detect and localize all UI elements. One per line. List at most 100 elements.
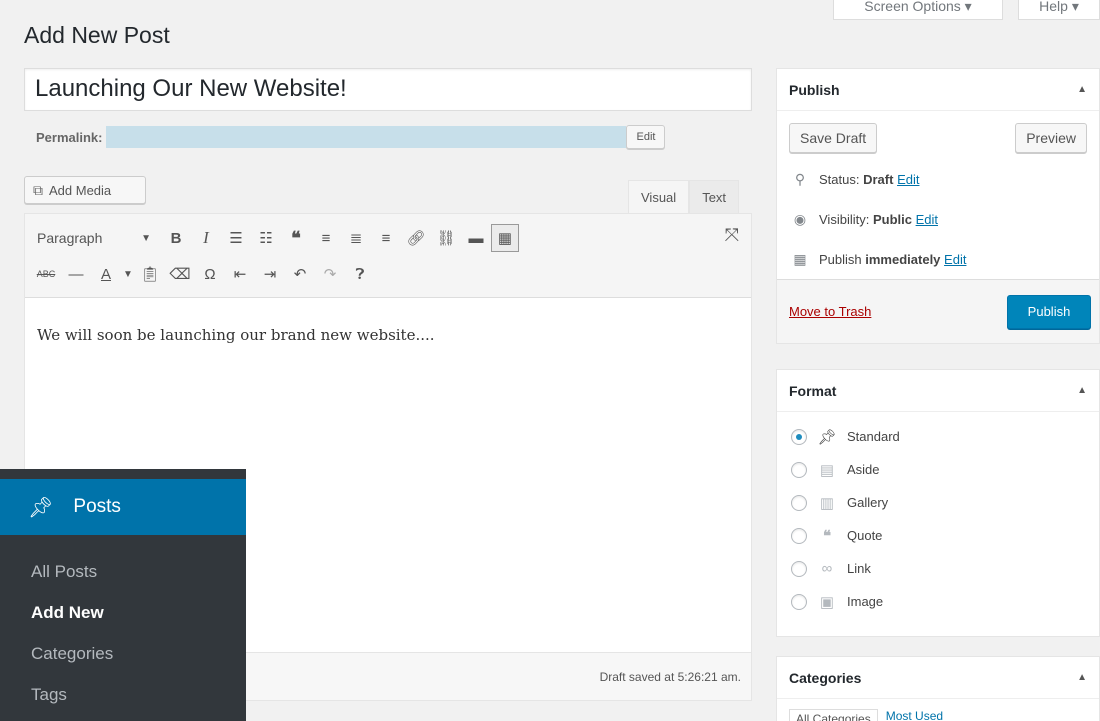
- tab-visual[interactable]: Visual: [628, 180, 690, 213]
- publish-box: Publish ▲ Save Draft Preview ⚲ Status: D…: [776, 68, 1100, 344]
- horizontal-line-icon[interactable]: —: [61, 259, 91, 289]
- format-option-standard[interactable]: 📌︎ Standard: [791, 420, 1085, 453]
- chevron-down-icon[interactable]: ▼: [121, 259, 135, 289]
- format-select[interactable]: Paragraph ▼: [31, 223, 161, 253]
- outdent-icon[interactable]: ⇤: [225, 259, 255, 289]
- format-radio[interactable]: [791, 593, 807, 610]
- align-left-icon[interactable]: ≡: [311, 223, 341, 253]
- italic-icon[interactable]: I: [191, 223, 221, 253]
- publish-button[interactable]: Publish: [1007, 294, 1091, 329]
- toolbar-toggle-icon[interactable]: ▦: [491, 224, 519, 252]
- indent-icon[interactable]: ⇥: [255, 259, 285, 289]
- gallery-icon: ▥: [819, 494, 835, 512]
- format-label: Link: [847, 561, 871, 576]
- categories-box-header[interactable]: Categories ▲: [777, 657, 1099, 699]
- quote-icon: ❝: [822, 527, 832, 545]
- status-pin-icon: ⚲: [794, 170, 806, 187]
- preview-button[interactable]: Preview: [1015, 123, 1087, 153]
- bulleted-list-icon[interactable]: ☰: [221, 223, 251, 253]
- tab-all-categories[interactable]: All Categories: [789, 709, 878, 721]
- screen-options-button[interactable]: Screen Options ▾: [833, 0, 1003, 20]
- post-status-row: ⚲ Status: Draft Edit: [777, 159, 1099, 199]
- chevron-down-icon: ▼: [141, 232, 151, 244]
- posts-menu-label: Posts: [73, 496, 121, 517]
- eye-icon: ◉: [793, 210, 807, 227]
- paste-text-icon[interactable]: 📋︎: [135, 259, 165, 289]
- align-right-icon[interactable]: ≡: [371, 223, 401, 253]
- save-draft-button[interactable]: Save Draft: [789, 123, 878, 153]
- format-option-gallery[interactable]: ▥ Gallery: [791, 486, 1085, 519]
- special-character-icon[interactable]: Ω: [195, 259, 225, 289]
- publish-box-header[interactable]: Publish ▲: [777, 69, 1099, 111]
- redo-icon[interactable]: ↷: [315, 259, 345, 289]
- pushpin-icon: 📌︎: [28, 496, 54, 519]
- pushpin-icon: 📌︎: [817, 428, 837, 446]
- format-radio[interactable]: [791, 527, 807, 544]
- format-radio[interactable]: [791, 428, 807, 445]
- edit-status-link[interactable]: Edit: [897, 172, 919, 187]
- bold-icon[interactable]: B: [161, 223, 191, 253]
- draft-saved-status: Draft saved at 5:26:21 am.: [599, 669, 741, 684]
- format-option-link[interactable]: ∞ Link: [791, 552, 1085, 585]
- help-icon[interactable]: ❓︎: [345, 259, 375, 289]
- align-center-icon[interactable]: ≣: [341, 223, 371, 253]
- read-more-icon[interactable]: ▬: [461, 223, 491, 253]
- format-label: Quote: [847, 528, 883, 543]
- tab-most-used[interactable]: Most Used: [886, 709, 943, 721]
- format-box-header[interactable]: Format ▲: [777, 370, 1099, 412]
- submenu-item-tags[interactable]: Tags: [0, 674, 246, 715]
- text-color-icon[interactable]: A: [91, 259, 121, 289]
- link-icon[interactable]: 🔗︎: [401, 223, 431, 253]
- image-icon: ▣: [819, 593, 835, 611]
- clear-formatting-icon[interactable]: ⌫: [165, 259, 195, 289]
- permalink-url[interactable]: [106, 126, 627, 148]
- undo-icon[interactable]: ↶: [285, 259, 315, 289]
- fullscreen-icon[interactable]: ⤧: [725, 225, 739, 246]
- post-title-input[interactable]: Launching Our New Website!: [24, 68, 752, 111]
- permalink-edit-button[interactable]: Edit: [626, 125, 666, 149]
- format-select-value: Paragraph: [37, 230, 103, 246]
- calendar-icon: ▦: [793, 250, 807, 267]
- collapse-arrow-icon[interactable]: ▲: [1077, 385, 1087, 396]
- blockquote-icon[interactable]: ❝: [281, 223, 311, 253]
- format-box-title: Format: [789, 382, 837, 399]
- posts-menu-header[interactable]: 📌︎ Posts: [0, 479, 246, 535]
- publish-label: Publish: [819, 251, 862, 267]
- link-icon: ∞: [821, 560, 833, 577]
- visibility-label: Visibility:: [819, 211, 870, 227]
- status-value: Draft: [863, 171, 894, 187]
- format-label: Standard: [847, 429, 900, 444]
- editor-tabs: Visual Text: [628, 180, 740, 213]
- edit-visibility-link[interactable]: Edit: [916, 212, 938, 227]
- status-label: Status:: [819, 171, 860, 187]
- format-radio[interactable]: [791, 461, 807, 478]
- help-button[interactable]: Help ▾: [1018, 0, 1100, 20]
- permalink-bar: Permalink: Edit: [36, 124, 682, 150]
- format-label: Gallery: [847, 495, 889, 510]
- admin-menu-flyout: 📌︎ Posts All Posts Add New Categories Ta…: [0, 469, 246, 721]
- format-option-image[interactable]: ▣ Image: [791, 585, 1085, 618]
- strikethrough-icon[interactable]: ABC: [31, 259, 61, 289]
- move-to-trash-link[interactable]: Move to Trash: [789, 304, 871, 319]
- submenu-item-all-posts[interactable]: All Posts: [0, 551, 246, 592]
- publish-value: immediately: [865, 251, 941, 267]
- unlink-icon[interactable]: ⛓︎: [431, 223, 461, 253]
- publish-major-actions: Move to Trash Publish: [777, 279, 1099, 343]
- numbered-list-icon[interactable]: ☷: [251, 223, 281, 253]
- format-option-aside[interactable]: ▤ Aside: [791, 453, 1085, 486]
- submenu-item-add-new[interactable]: Add New: [0, 592, 246, 633]
- categories-box: Categories ▲ All Categories Most Used: [776, 656, 1100, 721]
- submenu-item-categories[interactable]: Categories: [0, 633, 246, 674]
- collapse-arrow-icon[interactable]: ▲: [1077, 672, 1087, 683]
- add-media-label: Add Media: [49, 182, 112, 198]
- categories-box-title: Categories: [789, 669, 862, 686]
- edit-schedule-link[interactable]: Edit: [944, 252, 966, 267]
- editor-content[interactable]: We will soon be launching our brand new …: [25, 298, 751, 372]
- format-label: Aside: [847, 462, 880, 477]
- format-option-quote[interactable]: ❝ Quote: [791, 519, 1085, 552]
- add-media-button[interactable]: ⧉ Add Media: [24, 176, 146, 204]
- format-radio[interactable]: [791, 560, 807, 577]
- collapse-arrow-icon[interactable]: ▲: [1077, 84, 1087, 95]
- format-radio[interactable]: [791, 494, 807, 511]
- tab-text[interactable]: Text: [689, 180, 740, 213]
